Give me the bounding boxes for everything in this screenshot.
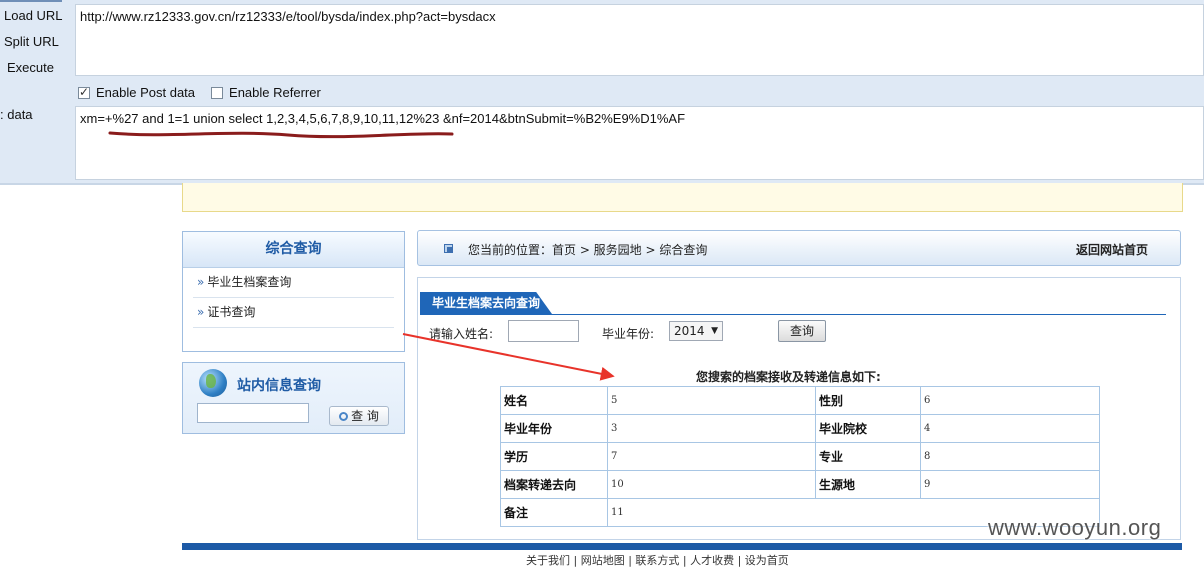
query-button[interactable]: 查询 <box>778 320 826 342</box>
name-label: 请输入姓名: <box>429 327 494 341</box>
field-label: 毕业年份 <box>500 414 608 443</box>
field-value: 4 <box>920 414 1100 443</box>
menu-item-certificate[interactable]: » 证书查询 <box>193 298 394 328</box>
site-search-title: 站内信息查询 <box>237 378 321 394</box>
red-underline-annotation <box>108 131 454 139</box>
post-data-value: xm=+%27 and 1=1 union select 1,2,3,4,5,6… <box>80 111 686 126</box>
field-label: 生源地 <box>815 470 921 499</box>
field-label: 专业 <box>815 442 921 471</box>
result-table: 姓名 5 性别 6 毕业年份 3 毕业院校 4 学历 7 专业 8 档案转递去向… <box>500 386 1100 527</box>
field-value: 9 <box>920 470 1100 499</box>
field-value: 7 <box>607 442 816 471</box>
menu-item-label: 毕业生档案查询 <box>207 275 292 289</box>
double-chevron-icon: » <box>197 305 205 319</box>
watermark: www.wooyun.org <box>988 515 1162 540</box>
hackbar-panel: Load URL Split URL Execute : data http:/… <box>0 0 1204 185</box>
breadcrumb-text: 您当前的位置：首页 > 服务园地 > 综合查询 <box>468 243 708 257</box>
enable-referrer-checkbox[interactable] <box>211 86 224 99</box>
enable-referrer-label: Enable Referrer <box>229 85 321 100</box>
post-data-input[interactable]: xm=+%27 and 1=1 union select 1,2,3,4,5,6… <box>75 106 1204 180</box>
result-title: 您搜索的档案接收及转递信息如下: <box>696 370 881 384</box>
enable-post-checkbox[interactable] <box>78 85 90 99</box>
field-label: 毕业院校 <box>815 414 921 443</box>
site-search-input[interactable] <box>197 403 309 423</box>
field-label: 性别 <box>815 386 921 415</box>
field-value: 10 <box>607 470 816 499</box>
enable-post-label: Enable Post data <box>96 85 196 100</box>
menu-item-label: 证书查询 <box>207 305 256 319</box>
site-search-button[interactable]: 查 询 <box>329 406 389 426</box>
year-label: 毕业年份: <box>602 327 655 341</box>
double-chevron-icon: » <box>197 275 205 289</box>
site-search-button-label: 查 询 <box>351 409 379 423</box>
footer-bar <box>182 543 1182 550</box>
options-row: Enable Post data Enable Referrer <box>78 85 321 100</box>
table-row: 学历 7 专业 8 <box>500 442 1100 471</box>
url-value: http://www.rz12333.gov.cn/rz12333/e/tool… <box>80 9 496 24</box>
post-data-label: : data <box>0 107 33 122</box>
menu-item-graduate-archive[interactable]: » 毕业生档案查询 <box>193 268 394 298</box>
table-row: 姓名 5 性别 6 <box>500 386 1100 415</box>
split-url-button[interactable]: Split URL <box>0 34 72 49</box>
tab-underline <box>420 314 1166 315</box>
globe-icon <box>199 369 227 397</box>
field-value: 5 <box>607 386 816 415</box>
footer-links[interactable]: 关于我们 | 网站地图 | 联系方式 | 人才收费 | 设为首页 <box>526 552 789 568</box>
load-url-button[interactable]: Load URL <box>0 8 72 23</box>
magnifier-icon <box>339 412 349 421</box>
query-menu-title: 综合查询 <box>183 232 404 268</box>
query-menu: 综合查询 » 毕业生档案查询 » 证书查询 <box>182 231 405 352</box>
url-input[interactable]: http://www.rz12333.gov.cn/rz12333/e/tool… <box>75 4 1204 76</box>
location-square-icon <box>444 244 453 253</box>
query-panel: 毕业生档案去向查询 请输入姓名: 毕业年份: 2014 ▼ 查询 您搜索的档案接… <box>417 277 1181 540</box>
table-row: 档案转递去向 10 生源地 9 <box>500 470 1100 499</box>
table-row: 毕业年份 3 毕业院校 4 <box>500 414 1100 443</box>
site-search-box: 站内信息查询 查 询 <box>182 362 405 434</box>
field-value: 8 <box>920 442 1100 471</box>
breadcrumb: 您当前的位置：首页 > 服务园地 > 综合查询 返回网站首页 <box>417 230 1181 266</box>
year-select-value: 2014 <box>674 324 705 338</box>
field-value: 3 <box>607 414 816 443</box>
back-home-link[interactable]: 返回网站首页 <box>1076 241 1148 258</box>
field-label: 备注 <box>500 498 608 527</box>
dropdown-arrow-icon: ▼ <box>711 326 718 336</box>
execute-button[interactable]: Execute <box>0 60 72 75</box>
year-select[interactable]: 2014 ▼ <box>669 321 723 341</box>
field-label: 档案转递去向 <box>500 470 608 499</box>
field-label: 学历 <box>500 442 608 471</box>
name-input[interactable] <box>508 320 579 342</box>
hackbar-top-accent <box>0 0 62 2</box>
field-value: 6 <box>920 386 1100 415</box>
notice-bar <box>182 183 1183 212</box>
tab-graduate-archive[interactable]: 毕业生档案去向查询 <box>420 292 552 314</box>
field-label: 姓名 <box>500 386 608 415</box>
post-data-label-text: data <box>7 107 33 122</box>
